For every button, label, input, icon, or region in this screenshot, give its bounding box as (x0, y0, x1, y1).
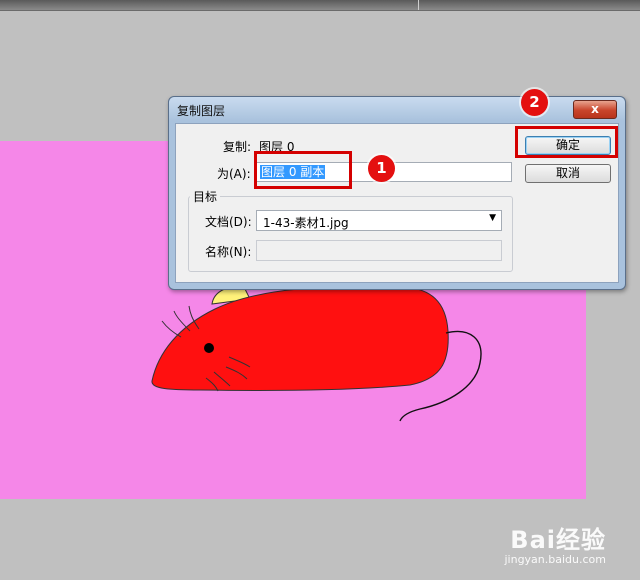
document-label: 文档(D): (205, 215, 252, 229)
close-icon[interactable]: x (573, 100, 617, 119)
chevron-down-icon[interactable]: ▼ (489, 213, 496, 223)
name-label: 名称(N): (205, 245, 252, 259)
top-bar-divider (418, 0, 419, 10)
dialog-titlebar[interactable]: 复制图层 x (169, 97, 625, 121)
destination-legend: 目标 (190, 188, 221, 205)
document-select[interactable]: 1-43-素材1.jpg ▼ (256, 210, 502, 231)
watermark-brand: Bai经验 (510, 526, 606, 554)
duplicate-label: 复制: (223, 140, 252, 154)
step2-highlight (515, 126, 618, 158)
document-select-value: 1-43-素材1.jpg (263, 216, 349, 230)
watermark-url: jingyan.baidu.com (504, 553, 606, 566)
watermark: Bai经验 jingyan.baidu.com (504, 520, 606, 566)
step2-badge: 2 (521, 89, 548, 116)
as-label: 为(A): (217, 167, 251, 181)
step1-highlight (254, 151, 352, 189)
dialog-title: 复制图层 (177, 104, 226, 118)
app-top-bar (0, 0, 640, 11)
cancel-button[interactable]: 取消 (525, 164, 611, 183)
close-glyph: x (591, 102, 599, 116)
step1-badge: 1 (368, 155, 395, 182)
name-input (256, 240, 502, 261)
